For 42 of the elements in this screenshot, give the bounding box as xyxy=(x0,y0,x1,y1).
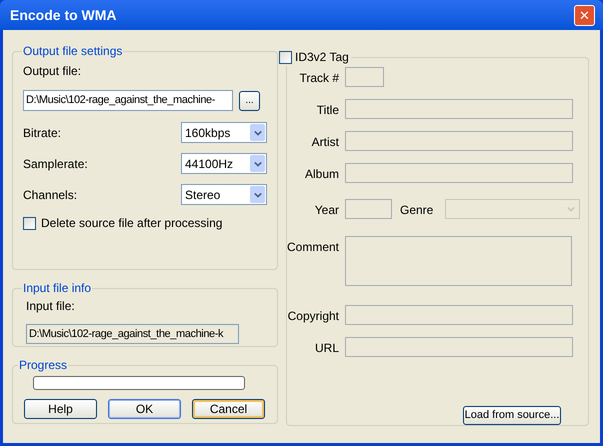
field-label: Album xyxy=(304,166,340,183)
field-label: Input file: xyxy=(26,298,76,315)
field-label: Title xyxy=(316,102,340,119)
field-label: Year xyxy=(314,202,340,219)
checkbox[interactable] xyxy=(23,216,36,230)
close-button[interactable]: ✕ xyxy=(574,4,595,26)
field-label: Copyright xyxy=(287,308,340,325)
dialog-button[interactable]: OK xyxy=(108,399,181,419)
output-file-field[interactable]: D:\Music\102-rage_against_the_machine- xyxy=(23,90,233,111)
dropdown[interactable]: 160kbps xyxy=(181,122,267,143)
text-field[interactable] xyxy=(345,67,384,87)
field-label: Samplerate: xyxy=(23,156,88,172)
text-area[interactable] xyxy=(345,236,572,286)
group-legend: Progress xyxy=(18,356,68,374)
dialog-button[interactable]: Help xyxy=(24,399,97,419)
window-title: Encode to WMA xyxy=(9,6,117,24)
field-label: Comment xyxy=(287,239,340,256)
field-label: Track # xyxy=(298,70,340,87)
dialog-button[interactable]: Cancel xyxy=(192,399,265,419)
field-label: Artist xyxy=(310,134,340,151)
field-label: Genre xyxy=(400,202,434,219)
text-field[interactable] xyxy=(345,131,573,151)
load-from-source-button[interactable]: Load from source... xyxy=(463,406,561,425)
text-field[interactable] xyxy=(345,305,573,325)
checkbox[interactable] xyxy=(279,50,292,64)
input-file-field[interactable]: D:\Music\102-rage_against_the_machine-k xyxy=(26,324,239,344)
text-field[interactable] xyxy=(345,199,392,219)
field-label: Output file: xyxy=(23,63,82,80)
dropdown[interactable]: 44100Hz xyxy=(181,153,267,174)
text-field[interactable] xyxy=(345,337,573,357)
checkbox-label: Delete source file after processing xyxy=(41,215,222,232)
browse-button[interactable]: ... xyxy=(239,90,260,110)
field-label: Bitrate: xyxy=(23,124,62,142)
checkbox-label: ID3v2 Tag xyxy=(295,49,349,66)
text-field[interactable] xyxy=(345,163,573,183)
group-legend: Input file info xyxy=(22,279,92,297)
text-field[interactable] xyxy=(345,99,573,119)
group-legend: Output file settings xyxy=(22,42,124,60)
field-label: URL xyxy=(314,340,340,357)
genre-dropdown[interactable] xyxy=(445,199,580,219)
field-label: Channels: xyxy=(23,186,78,204)
dropdown[interactable]: Stereo xyxy=(181,184,267,205)
